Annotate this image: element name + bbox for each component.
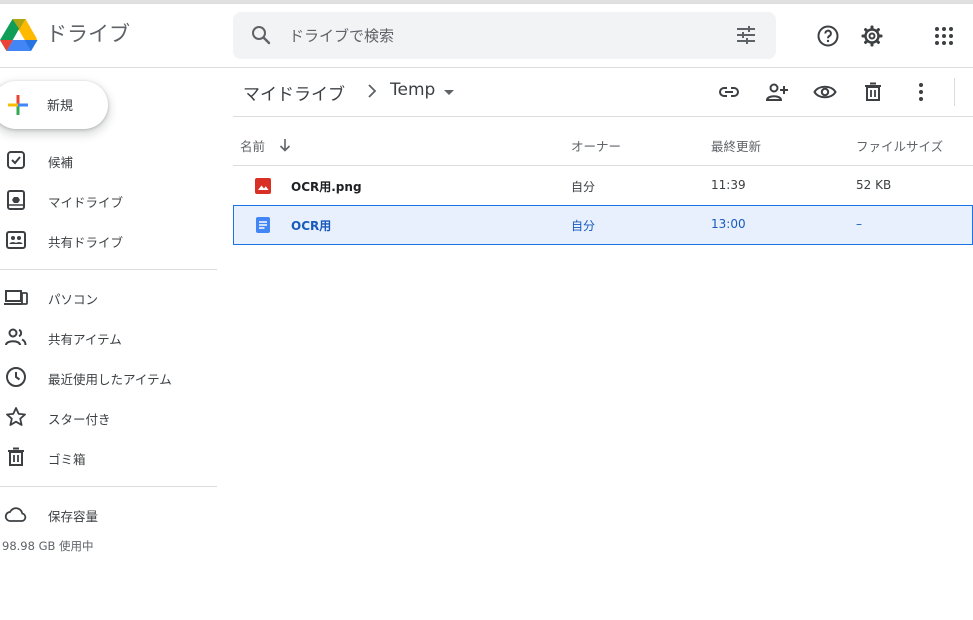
add-person-icon bbox=[765, 83, 788, 101]
table-row[interactable]: OCR用 自分 13:00 – bbox=[233, 205, 973, 245]
breadcrumb-current[interactable]: Temp bbox=[390, 80, 435, 100]
file-size: 52 KB bbox=[856, 178, 892, 192]
sidebar-item-shared-drives[interactable]: 共有ドライブ bbox=[0, 222, 217, 258]
shared-drives-icon bbox=[6, 231, 26, 249]
sidebar-item-shared-with-me[interactable]: 共有アイテム bbox=[0, 319, 217, 355]
more-actions-button[interactable] bbox=[908, 79, 934, 105]
suggested-icon bbox=[7, 151, 25, 169]
sidebar-item-recent[interactable]: 最近使用したアイテム bbox=[0, 359, 217, 395]
sidebar-item-starred[interactable]: スター付き bbox=[0, 399, 217, 435]
search-bar[interactable] bbox=[233, 12, 776, 59]
new-button[interactable]: 新規 bbox=[0, 81, 108, 129]
column-header-size[interactable]: ファイルサイズ bbox=[856, 136, 943, 155]
column-header-name[interactable]: 名前 bbox=[240, 136, 265, 155]
gear-icon bbox=[861, 25, 883, 47]
cloud-icon bbox=[4, 507, 27, 522]
trash-icon bbox=[8, 447, 24, 466]
sidebar-item-label: 共有ドライブ bbox=[48, 235, 124, 250]
sidebar-item-storage[interactable]: 保存容量 bbox=[0, 496, 217, 532]
delete-button[interactable] bbox=[860, 79, 886, 105]
star-icon bbox=[6, 407, 26, 426]
column-header-owner[interactable]: オーナー bbox=[571, 136, 621, 155]
sidebar-divider bbox=[0, 269, 217, 270]
toolbar-border bbox=[233, 116, 973, 117]
more-vert-icon bbox=[919, 83, 923, 101]
file-size: – bbox=[856, 217, 862, 231]
column-header-modified[interactable]: 最終更新 bbox=[711, 136, 761, 155]
breadcrumb-root[interactable]: マイドライブ bbox=[243, 80, 345, 105]
shared-with-me-icon bbox=[5, 328, 27, 346]
file-name: OCR用.png bbox=[291, 180, 362, 194]
my-drive-icon bbox=[7, 190, 25, 210]
search-options-icon[interactable] bbox=[734, 23, 758, 47]
search-input[interactable] bbox=[289, 12, 709, 59]
sidebar-item-label: スター付き bbox=[48, 412, 111, 427]
table-row[interactable]: OCR用.png 自分 11:39 52 KB bbox=[233, 166, 973, 206]
image-file-icon bbox=[255, 178, 271, 194]
sidebar-divider bbox=[0, 486, 217, 487]
trash-icon bbox=[865, 82, 881, 101]
docs-file-icon bbox=[256, 217, 270, 233]
new-button-label: 新規 bbox=[47, 99, 74, 114]
chevron-right-icon bbox=[368, 84, 377, 98]
sidebar-item-my-drive[interactable]: マイドライブ bbox=[0, 182, 217, 218]
share-button[interactable] bbox=[764, 79, 790, 105]
sidebar-item-label: 共有アイテム bbox=[48, 332, 122, 347]
eye-icon bbox=[813, 85, 837, 99]
search-icon[interactable] bbox=[249, 23, 273, 47]
sidebar-item-label: 保存容量 bbox=[48, 509, 99, 524]
help-icon bbox=[817, 25, 839, 47]
sidebar-item-suggested[interactable]: 候補 bbox=[0, 142, 217, 178]
apps-button[interactable] bbox=[928, 20, 960, 52]
settings-button[interactable] bbox=[856, 20, 888, 52]
app-title: ドライブ bbox=[46, 22, 130, 46]
app-header: ドライブ bbox=[0, 4, 973, 68]
sidebar-item-label: 最近使用したアイテム bbox=[48, 372, 172, 387]
file-modified: 13:00 bbox=[711, 217, 746, 231]
sidebar-item-computers[interactable]: パソコン bbox=[0, 279, 217, 315]
file-name: OCR用 bbox=[291, 219, 332, 233]
plus-icon bbox=[8, 95, 28, 115]
sidebar-item-label: マイドライブ bbox=[48, 195, 124, 210]
file-modified: 11:39 bbox=[711, 178, 746, 192]
link-icon bbox=[719, 87, 739, 97]
recent-icon bbox=[6, 367, 26, 387]
sidebar-item-label: 候補 bbox=[48, 155, 74, 170]
get-link-button[interactable] bbox=[716, 79, 742, 105]
storage-usage: 98.98 GB 使用中 bbox=[2, 539, 94, 553]
apps-grid-icon bbox=[935, 27, 953, 45]
preview-button[interactable] bbox=[812, 79, 838, 105]
drive-logo-icon[interactable] bbox=[0, 18, 38, 52]
file-owner: 自分 bbox=[571, 219, 596, 233]
sidebar-item-label: ゴミ箱 bbox=[48, 452, 86, 467]
computers-icon bbox=[4, 290, 28, 305]
caret-down-icon[interactable] bbox=[441, 84, 457, 100]
sidebar-item-trash[interactable]: ゴミ箱 bbox=[0, 439, 217, 475]
file-owner: 自分 bbox=[571, 180, 596, 194]
sidebar-item-label: パソコン bbox=[48, 292, 99, 307]
toolbar-divider bbox=[954, 78, 955, 106]
help-button[interactable] bbox=[812, 20, 844, 52]
arrow-down-icon[interactable] bbox=[277, 137, 293, 153]
